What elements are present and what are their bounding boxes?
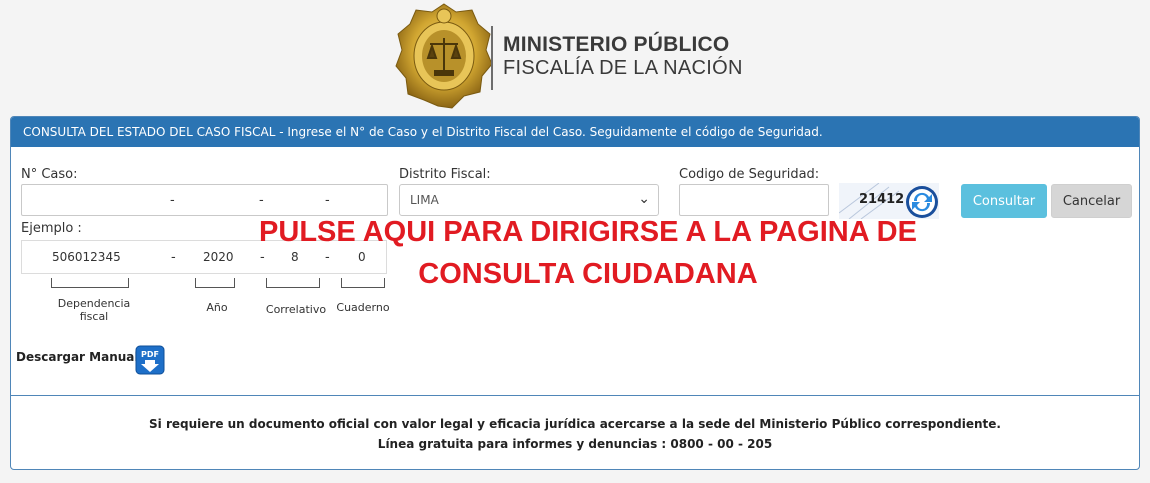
cancelar-button[interactable]: Cancelar <box>1051 184 1132 218</box>
consulta-ciudadana-link[interactable]: PULSE AQUI PARA DIRIGIRSE A LA PAGINA DE… <box>243 211 933 295</box>
codigo-label: Codigo de Seguridad: <box>679 167 820 182</box>
correlativo-caption: Correlativo <box>265 303 327 316</box>
svg-text:PDF: PDF <box>141 350 159 359</box>
ministry-seal-icon <box>394 2 494 110</box>
chevron-down-icon: ⌄ <box>638 191 650 207</box>
ejemplo-label: Ejemplo : <box>21 221 82 236</box>
distrito-selected-value: LIMA <box>410 193 439 207</box>
overlay-line-1: PULSE AQUI PARA DIRIGIRSE A LA PAGINA DE <box>259 216 917 248</box>
dependencia-bracket <box>51 278 129 288</box>
brand-subtitle: FISCALÍA DE LA NACIÓN <box>503 57 743 79</box>
dependencia-caption: Dependencia fiscal <box>57 297 131 323</box>
overlay-line-2: CONSULTA CIUDADANA <box>418 258 758 290</box>
footer-notice: Si requiere un documento oficial con val… <box>149 417 1001 431</box>
anio-bracket <box>195 278 235 288</box>
pdf-download-icon[interactable]: PDF <box>135 345 165 375</box>
panel-divider <box>11 395 1139 396</box>
consulta-panel: CONSULTA DEL ESTADO DEL CASO FISCAL - In… <box>10 116 1140 470</box>
anio-caption: Año <box>206 301 228 314</box>
brand-divider <box>491 26 493 90</box>
brand-title: MINISTERIO PÚBLICO <box>503 33 730 56</box>
descargar-manual-link[interactable]: Descargar Manual <box>16 350 139 364</box>
panel-header: CONSULTA DEL ESTADO DEL CASO FISCAL - In… <box>11 117 1139 147</box>
cuaderno-caption: Cuaderno <box>336 301 390 314</box>
footer-hotline: Línea gratuita para informes y denuncias… <box>377 437 773 451</box>
example-anio: 2020 <box>203 250 234 264</box>
distrito-label: Distrito Fiscal: <box>399 167 491 182</box>
consultar-button[interactable]: Consultar <box>961 184 1047 218</box>
example-dependencia: 506012345 <box>52 250 121 264</box>
captcha-text: 21412 <box>859 192 905 207</box>
caso-label: N° Caso: <box>21 167 78 182</box>
